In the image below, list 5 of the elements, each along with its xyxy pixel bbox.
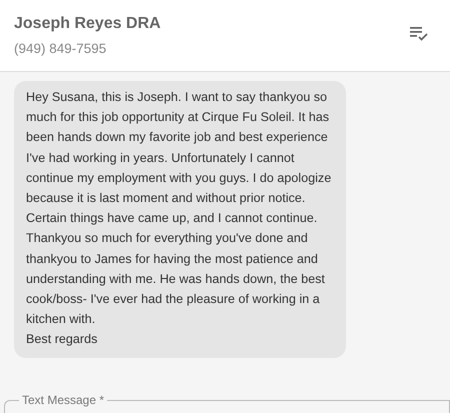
mark-read-icon[interactable] — [410, 27, 428, 41]
text-message-field[interactable]: Text Message * — [4, 394, 450, 413]
message-bubble: Hey Susana, this is Joseph. I want to say thankyou so much for this job opportunity at Cirque Fu Soleil. It has been hands down my favorite job and best experience I've had working in years. Unfortunately I cannot continue my employment with you guys. I do apologize because it is last moment and without prior notice. Certain things have came up, and I cannot continue. Thankyou so much for everything you've done and thankyou to James for having the most patience and understanding with me. He was hands down, the best cook/boss- I've ever had the pleasure of working in a kitchen with. Best regards — [14, 81, 346, 358]
contact-name: Joseph Reyes DRA — [14, 14, 161, 34]
contact-phone: (949) 849-7595 — [14, 40, 108, 58]
